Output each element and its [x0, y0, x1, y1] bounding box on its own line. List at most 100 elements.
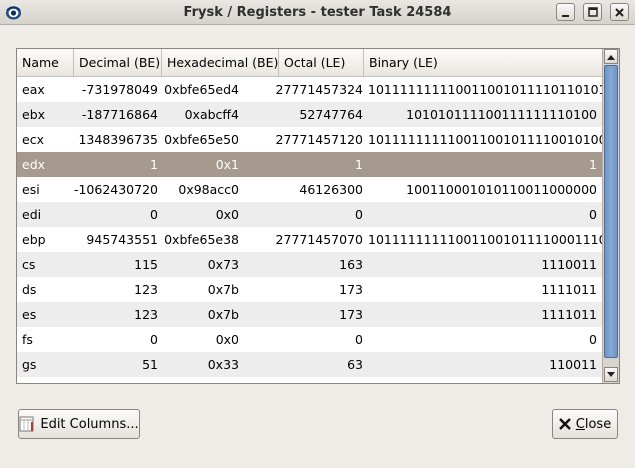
- scroll-up-button[interactable]: [604, 49, 618, 64]
- register-name-cell: edi: [22, 207, 42, 222]
- hexadecimal-cell: 0x7b: [207, 307, 239, 322]
- octal-cell: 27771457070: [275, 232, 363, 247]
- maximize-button[interactable]: [583, 3, 602, 21]
- binary-cell: 1111011: [541, 307, 597, 322]
- column-header-binary[interactable]: Binary (LE): [364, 49, 603, 76]
- table-row[interactable]: edx 1 0x1 1 1: [17, 152, 603, 177]
- decimal-cell: -731978049: [81, 82, 158, 97]
- octal-cell: 0: [355, 207, 363, 222]
- octal-cell: 52747764: [299, 107, 363, 122]
- binary-cell: 0: [589, 332, 597, 347]
- binary-cell: 1: [589, 157, 597, 172]
- octal-cell: 27771457324: [275, 82, 363, 97]
- close-window-button[interactable]: [610, 3, 629, 21]
- edit-columns-button[interactable]: Edit Columns...: [18, 409, 140, 439]
- column-header-hexadecimal[interactable]: Hexadecimal (BE): [162, 49, 279, 76]
- hexadecimal-cell: 0x98acc0: [178, 182, 239, 197]
- hexadecimal-cell: 0x33: [207, 357, 239, 372]
- decimal-cell: -187716864: [81, 107, 158, 122]
- binary-cell: 10111111111001100101111001010000: [368, 132, 620, 147]
- octal-cell: 173: [339, 282, 363, 297]
- window-title: Frysk / Registers - tester Task 24584: [183, 5, 452, 20]
- register-name-cell: cs: [22, 257, 36, 272]
- table-header: Name Decimal (BE) Hexadecimal (BE) Octal…: [17, 49, 603, 77]
- octal-cell: 27771457120: [275, 132, 363, 147]
- binary-cell: 101010111100111111110100: [406, 107, 597, 122]
- close-button[interactable]: Close: [552, 409, 618, 439]
- binary-cell: 110011: [549, 357, 597, 372]
- close-label-mnemonic: C: [575, 416, 585, 432]
- hexadecimal-cell: 0xabcff4: [184, 107, 239, 122]
- table-row[interactable]: ecx 1348396735 0xbfe65e50 27771457120 101111…: [17, 127, 619, 152]
- hexadecimal-cell: 0x1: [215, 157, 239, 172]
- octal-cell: 163: [339, 257, 363, 272]
- hexadecimal-cell: 0x0: [215, 207, 239, 222]
- octal-cell: 46126300: [299, 182, 363, 197]
- table-row[interactable]: fs 0 0x0 0 0: [17, 327, 603, 352]
- binary-cell: 1110011: [541, 257, 597, 272]
- minimize-icon: [562, 14, 569, 17]
- column-header-name[interactable]: Name: [17, 49, 74, 76]
- decimal-cell: 123: [134, 307, 158, 322]
- register-name-cell: es: [22, 307, 37, 322]
- edit-columns-label: Edit Columns...: [40, 416, 139, 432]
- octal-cell: 63: [347, 357, 363, 372]
- register-name-cell: ebp: [22, 232, 46, 247]
- decimal-cell: -1062430720: [73, 182, 158, 197]
- close-label-rest: lose: [584, 416, 612, 432]
- decimal-cell: 51: [142, 357, 158, 372]
- table-row[interactable]: cs 115 0x73 163 1110011: [17, 252, 603, 277]
- hexadecimal-cell: 0xbfe65e50: [164, 132, 239, 147]
- decimal-cell: 1: [150, 157, 158, 172]
- close-icon: [615, 7, 624, 17]
- table-row[interactable]: esi -1062430720 0x98acc0 46126300 1001100010…: [17, 177, 603, 202]
- decimal-cell: 945743551: [86, 232, 158, 247]
- minimize-button[interactable]: [556, 3, 575, 21]
- table-row[interactable]: ds 123 0x7b 173 1111011: [17, 277, 603, 302]
- table-row[interactable]: ebx -187716864 0xabcff4 52747764 10101011110…: [17, 102, 603, 127]
- column-header-octal[interactable]: Octal (LE): [279, 49, 364, 76]
- scroll-thumb[interactable]: [604, 65, 618, 358]
- decimal-cell: 123: [134, 282, 158, 297]
- register-name-cell: ecx: [22, 132, 44, 147]
- decimal-cell: 115: [134, 257, 158, 272]
- arrow-down-icon: [607, 371, 615, 377]
- octal-cell: 1: [355, 157, 363, 172]
- hexadecimal-cell: 0x73: [207, 257, 239, 272]
- hexadecimal-cell: 0x0: [215, 332, 239, 347]
- decimal-cell: 0: [150, 332, 158, 347]
- register-name-cell: fs: [22, 332, 33, 347]
- octal-cell: 0: [355, 332, 363, 347]
- register-name-cell: edx: [22, 157, 46, 172]
- hexadecimal-cell: 0xbfe65e38: [164, 232, 239, 247]
- vertical-scrollbar[interactable]: [602, 49, 619, 383]
- scroll-down-button[interactable]: [604, 367, 618, 382]
- table-row[interactable]: es 123 0x7b 173 1111011: [17, 302, 603, 327]
- octal-cell: 173: [339, 307, 363, 322]
- register-name-cell: ebx: [22, 107, 46, 122]
- register-name-cell: esi: [22, 182, 40, 197]
- title-bar[interactable]: Frysk / Registers - tester Task 24584: [0, 0, 635, 25]
- binary-cell: 100110001010110011000000: [406, 182, 597, 197]
- column-header-decimal[interactable]: Decimal (BE): [74, 49, 162, 76]
- binary-cell: 10111111111001100101111000111000: [368, 232, 620, 247]
- decimal-cell: 1348396735: [78, 132, 158, 147]
- close-x-icon: [558, 418, 571, 430]
- binary-cell: 10111111111001100101111011010100: [368, 82, 620, 97]
- register-name-cell: eax: [22, 82, 45, 97]
- table-row[interactable]: edi 0 0x0 0 0: [17, 202, 603, 227]
- arrow-up-icon: [607, 54, 615, 60]
- decimal-cell: 0: [150, 207, 158, 222]
- binary-cell: 0: [589, 207, 597, 222]
- edit-columns-icon: [19, 416, 34, 432]
- hexadecimal-cell: 0x7b: [207, 282, 239, 297]
- maximize-icon: [587, 7, 598, 17]
- register-name-cell: gs: [22, 357, 37, 372]
- table-row[interactable]: eax -731978049 0xbfe65ed4 27771457324 101111…: [17, 77, 619, 102]
- registers-table[interactable]: Name Decimal (BE) Hexadecimal (BE) Octal…: [16, 48, 620, 384]
- table-row[interactable]: gs 51 0x33 63 110011: [17, 352, 603, 377]
- table-row[interactable]: ebp 945743551 0xbfe65e38 27771457070 1011111…: [17, 227, 619, 252]
- hexadecimal-cell: 0xbfe65ed4: [164, 82, 239, 97]
- close-label: Close: [576, 417, 611, 432]
- binary-cell: 1111011: [541, 282, 597, 297]
